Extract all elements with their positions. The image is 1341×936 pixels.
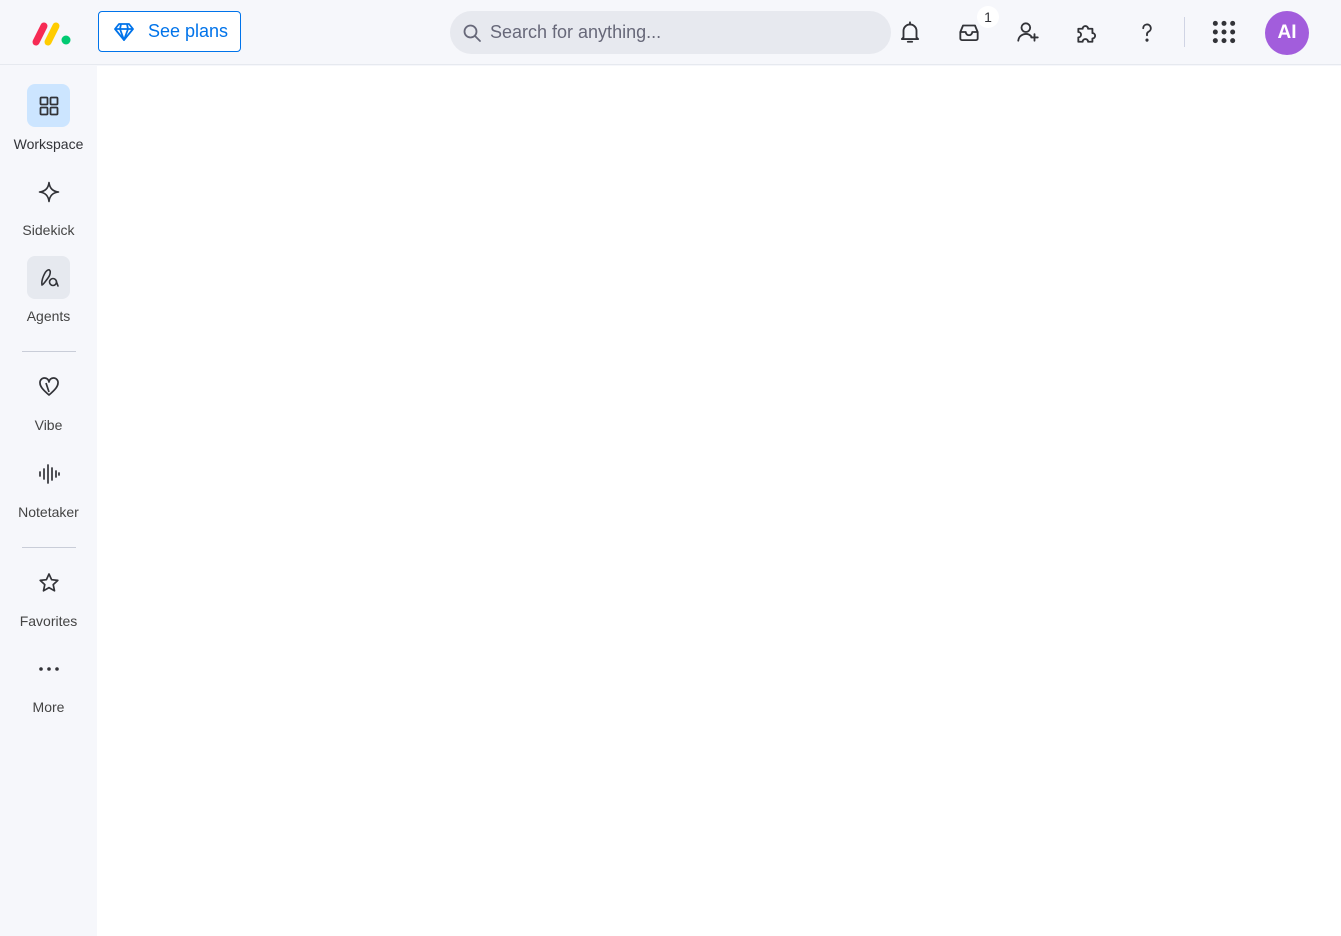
star-icon [38, 572, 59, 592]
sidebar-item-workspace[interactable]: Workspace [0, 84, 97, 164]
sidebar-item-notetaker[interactable]: Notetaker [0, 452, 97, 532]
sidebar-divider [22, 351, 76, 352]
sidebar-item-more[interactable]: More [0, 647, 97, 727]
nav-icon-wrapper [27, 452, 70, 495]
user-avatar[interactable]: AI [1265, 11, 1309, 55]
sidebar-item-label: Sidekick [22, 222, 75, 238]
sparkle-icon [38, 181, 59, 202]
sidebar-item-favorites[interactable]: Favorites [0, 561, 97, 641]
search-input[interactable] [490, 22, 880, 43]
nav-icon-wrapper [27, 647, 70, 690]
workspace-icon [39, 96, 58, 115]
more-icon [38, 666, 59, 671]
nav-icon-wrapper [27, 365, 70, 408]
agents-icon [40, 268, 59, 287]
bell-icon [900, 21, 920, 43]
search-icon [463, 24, 481, 42]
sidebar-item-agents[interactable]: Agents [0, 256, 97, 336]
top-bar: See plans 1 [0, 0, 1341, 65]
add-user-icon [1017, 22, 1039, 42]
help-button[interactable] [1131, 16, 1163, 48]
inbox-count-badge: 1 [977, 6, 999, 28]
question-mark-icon [1142, 23, 1152, 42]
nav-icon-wrapper [27, 256, 70, 299]
toolbar-divider [1184, 17, 1185, 47]
grid-dots-icon [1212, 20, 1236, 44]
left-sidebar: Workspace Sidekick Agents Vibe Notetaker… [0, 65, 97, 936]
nav-icon-wrapper [27, 561, 70, 604]
sidebar-item-label: Agents [26, 308, 71, 324]
invite-members-button[interactable] [1012, 16, 1044, 48]
heart-icon [38, 376, 59, 396]
sidebar-item-sidekick[interactable]: Sidekick [0, 170, 97, 250]
sidebar-divider [22, 547, 76, 548]
nav-icon-wrapper [27, 84, 70, 127]
sidebar-item-label: More [32, 699, 65, 715]
waveform-icon [38, 463, 60, 484]
sidebar-item-label: Workspace [13, 136, 84, 152]
nav-icon-wrapper [27, 170, 70, 213]
product-switcher-button[interactable] [1208, 16, 1240, 48]
sidebar-item-vibe[interactable]: Vibe [0, 365, 97, 445]
apps-marketplace-button[interactable] [1071, 16, 1103, 48]
puzzle-icon [1077, 25, 1096, 43]
diamond-icon [114, 22, 134, 41]
sidebar-item-label: Vibe [34, 417, 63, 433]
search-bar[interactable] [450, 11, 891, 54]
main-content-area [97, 66, 1341, 936]
monday-logo-icon[interactable] [30, 18, 74, 48]
sidebar-item-label: Notetaker [18, 504, 79, 520]
see-plans-button[interactable]: See plans [98, 11, 241, 52]
sidebar-item-label: Favorites [19, 613, 78, 629]
see-plans-label: See plans [148, 21, 229, 41]
notifications-button[interactable] [894, 16, 926, 48]
